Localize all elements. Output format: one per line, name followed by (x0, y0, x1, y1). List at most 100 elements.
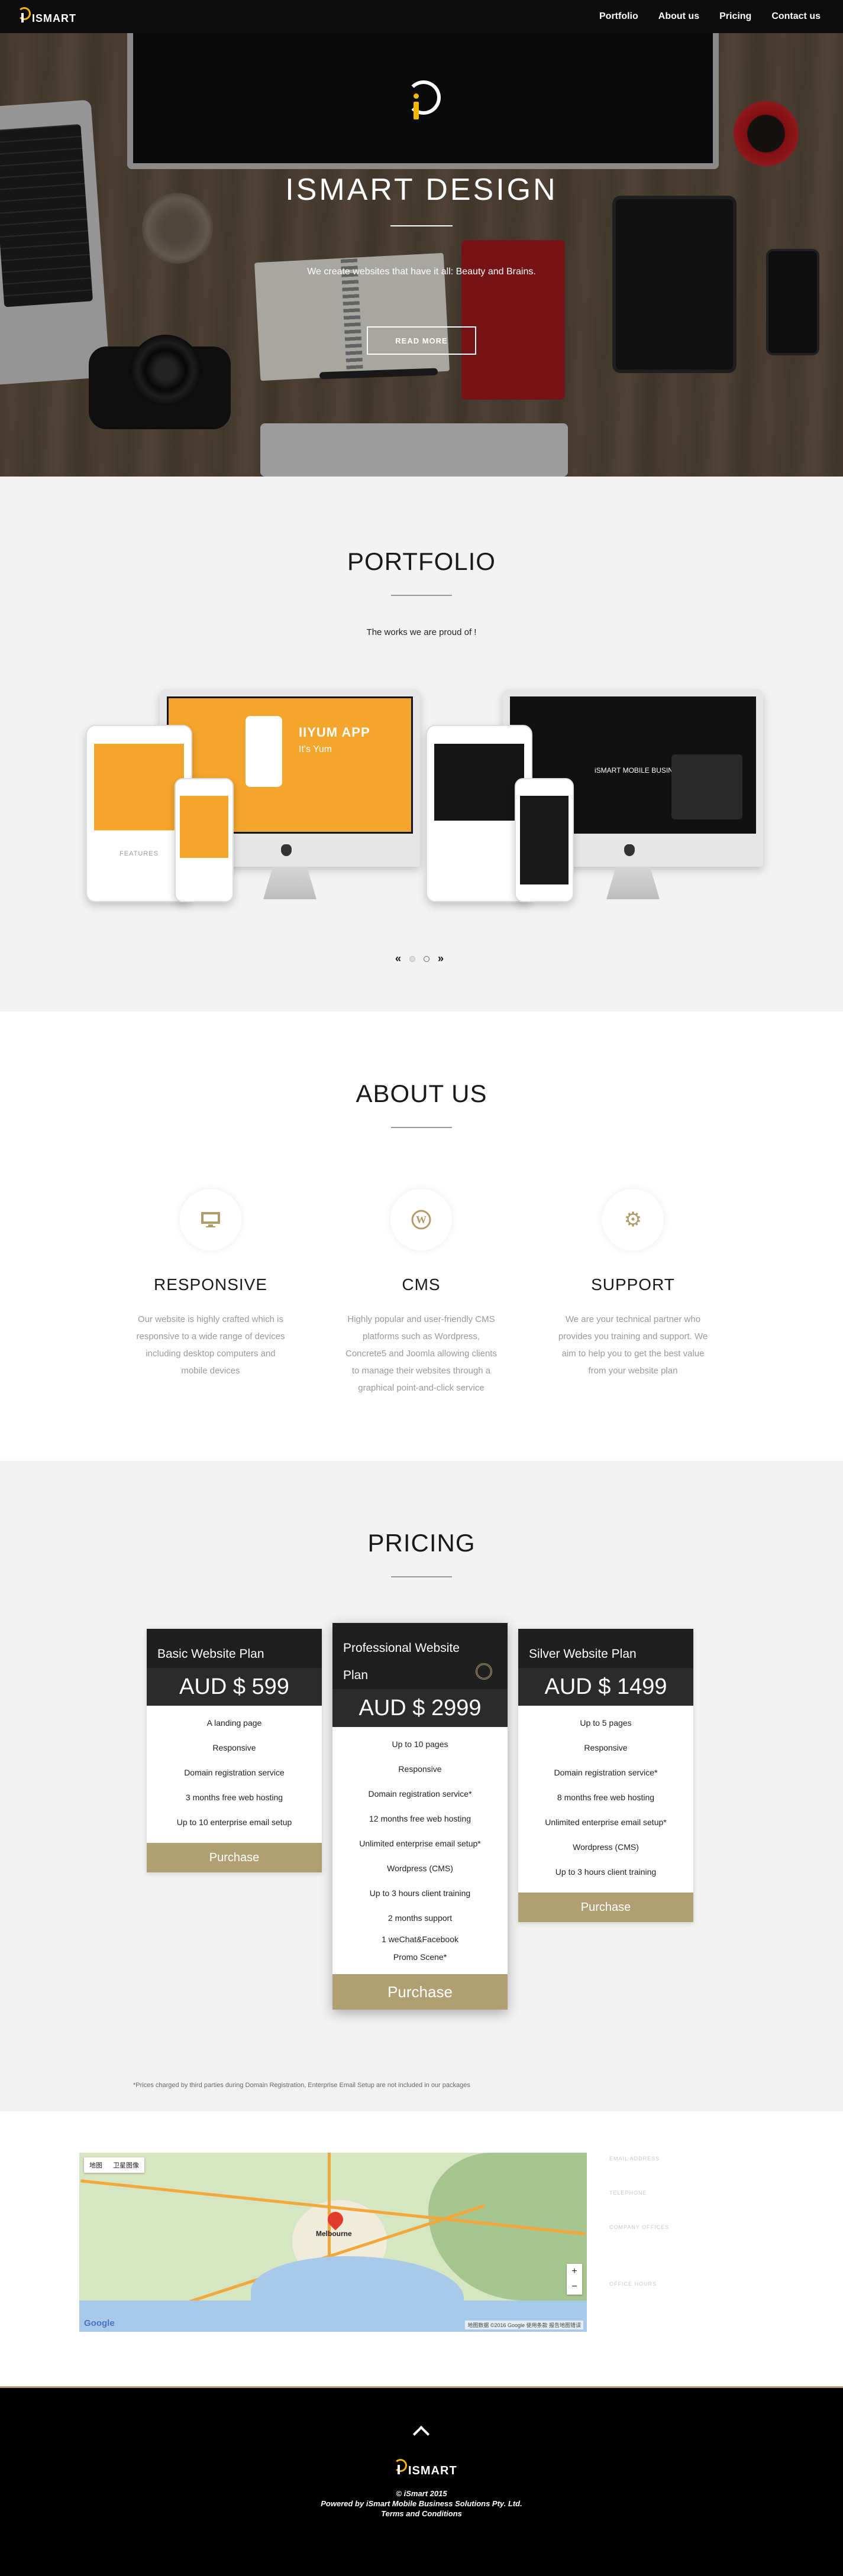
portfolio-app-subtitle: It's Yum (299, 744, 332, 754)
portfolio-features-label: FEATURES (119, 850, 159, 857)
featured-badge-icon (476, 1663, 492, 1680)
gear-icon: ⚙ (602, 1189, 664, 1250)
plan-feature: Up to 3 hours client training (369, 1888, 471, 1898)
plan-name: Basic Website Plan (157, 1647, 264, 1661)
plan-feature: Responsive (584, 1743, 628, 1752)
plan-feature-list: Up to 5 pages Responsive Domain registra… (518, 1706, 693, 1893)
map-type-map[interactable]: 地图 (84, 2157, 108, 2173)
plan-price: AUD $ 1499 (518, 1668, 693, 1706)
iphone-mockup (175, 778, 234, 902)
feature-title: SUPPORT (591, 1275, 675, 1294)
footer-copyright: © iSmart 2015 (396, 2489, 447, 2498)
footer-logo[interactable]: ISMART (393, 2459, 457, 2477)
plan-feature: Wordpress (CMS) (387, 1864, 453, 1873)
plan-name: Silver Website Plan (529, 1647, 637, 1661)
plan-feature: 1 weChat&Facebook Promo Scene* (382, 1935, 458, 1962)
nav-link-about[interactable]: About us (658, 11, 699, 22)
nav-link-contact[interactable]: Contact us (771, 11, 821, 22)
map-attribution: 地图数据 ©2016 Google 使用条款 报告地图错误 (465, 2321, 583, 2329)
purchase-button[interactable]: Purchase (332, 1974, 508, 2010)
iphone-mockup (515, 778, 574, 902)
portfolio-title: PORTFOLIO (347, 547, 496, 575)
contact-label-hours: OFFICE HOURS (609, 2281, 657, 2287)
map-marker-label: Melbourne (316, 2230, 352, 2238)
carousel-next-button[interactable]: » (438, 952, 444, 965)
portfolio-app-title: IIYUM APP (299, 725, 370, 740)
portfolio-subtitle: The works we are proud of ! (366, 627, 477, 637)
plan-feature-list: Up to 10 pages Responsive Domain registr… (332, 1727, 508, 1974)
brand-logo[interactable]: ISMART (17, 7, 76, 24)
terms-link[interactable]: Terms and Conditions (0, 2509, 843, 2519)
feature-support: ⚙ SUPPORT We are your technical partner … (544, 1189, 722, 1379)
monitor-icon (180, 1189, 241, 1250)
carousel-dot-2[interactable] (424, 955, 430, 962)
plan-feature: Up to 3 hours client training (555, 1867, 657, 1877)
feature-text: Our website is highly crafted which is r… (136, 1314, 285, 1376)
hero-section: ISMART DESIGN We create websites that ha… (0, 33, 843, 477)
plan-feature: Unlimited enterprise email setup* (359, 1839, 481, 1848)
hero-subtitle: We create websites that have it all: Bea… (307, 267, 536, 277)
feature-cms: W CMS Highly popular and user-friendly C… (332, 1189, 510, 1396)
plan-feature: 3 months free web hosting (185, 1793, 283, 1802)
plan-feature: Domain registration service* (368, 1789, 472, 1799)
plan-feature: Responsive (398, 1764, 442, 1774)
about-divider (391, 1127, 452, 1128)
map-type-toggle: 地图 卫星图像 (84, 2157, 144, 2173)
feature-text: We are your technical partner who provid… (558, 1314, 708, 1376)
brand-name: ISMART (32, 12, 76, 24)
feature-text: Highly popular and user-friendly CMS pla… (345, 1314, 497, 1393)
portfolio-section: PORTFOLIO The works we are proud of ! II… (0, 477, 843, 1012)
nav-link-portfolio[interactable]: Portfolio (599, 11, 638, 22)
plan-price: AUD $ 2999 (332, 1689, 508, 1727)
plan-feature: 2 months support (387, 1913, 453, 1923)
map-zoom-in-button[interactable]: + (567, 2264, 582, 2279)
plan-feature: Up to 10 pages (392, 1739, 448, 1749)
wordpress-icon: W (390, 1189, 452, 1250)
svg-text:W: W (416, 1214, 427, 1226)
hero-logo-icon (400, 80, 442, 128)
feature-responsive: RESPONSIVE Our website is highly crafted… (122, 1189, 299, 1379)
read-more-button[interactable]: READ MORE (367, 326, 476, 355)
logo-mark-icon (17, 7, 31, 24)
plan-feature: Unlimited enterprise email setup* (545, 1817, 667, 1827)
map-zoom-controls: + − (567, 2264, 582, 2295)
nav-links: Portfolio About us Pricing Contact us (599, 0, 821, 33)
logo-mark-icon (393, 2459, 407, 2477)
carousel-prev-button[interactable]: « (395, 952, 401, 965)
plan-feature: Up to 5 pages (580, 1718, 632, 1728)
footer-text: © iSmart 2015 Powered by iSmart Mobile B… (0, 2488, 843, 2519)
plan-card-basic: Basic Website Plan AUD $ 599 A landing p… (147, 1629, 322, 1872)
top-navbar: ISMART Portfolio About us Pricing Contac… (0, 0, 843, 33)
contact-label-offices: COMPANY OFFICES (609, 2224, 670, 2230)
google-logo: Google (84, 2318, 115, 2328)
hero-title: ISMART DESIGN (285, 173, 558, 207)
scroll-to-top-icon[interactable] (412, 2422, 430, 2440)
plan-card-professional: Professional Website Plan AUD $ 2999 Up … (332, 1623, 508, 2010)
contact-label-email: EMAIL ADDRESS (609, 2156, 660, 2162)
plan-feature: Responsive (212, 1743, 256, 1752)
contact-section: 地图 卫星图像 Melbourne + − Google 地图数据 ©2016 … (0, 2111, 843, 2386)
map-type-satellite[interactable]: 卫星图像 (108, 2157, 144, 2173)
pricing-footnote: *Prices charged by third parties during … (133, 2082, 470, 2089)
plan-feature: Domain registration service (184, 1768, 285, 1777)
plan-card-silver: Silver Website Plan AUD $ 1499 Up to 5 p… (518, 1629, 693, 1922)
pricing-section: PRICING Basic Website Plan AUD $ 599 A l… (0, 1461, 843, 2111)
about-section: ABOUT US RESPONSIVE Our website is highl… (0, 1012, 843, 1461)
purchase-button[interactable]: Purchase (147, 1843, 322, 1872)
carousel-dot-1[interactable] (409, 955, 416, 962)
hero-divider (390, 225, 453, 226)
portfolio-divider (391, 595, 452, 596)
pricing-title: PRICING (367, 1529, 476, 1557)
plan-feature: A landing page (206, 1718, 262, 1728)
google-map[interactable]: 地图 卫星图像 Melbourne + − Google 地图数据 ©2016 … (79, 2153, 587, 2332)
purchase-button[interactable]: Purchase (518, 1893, 693, 1922)
plan-price: AUD $ 599 (147, 1668, 322, 1706)
plan-feature: Up to 10 enterprise email setup (176, 1817, 292, 1827)
contact-label-telephone: TELEPHONE (609, 2190, 647, 2196)
pricing-divider (391, 1576, 452, 1577)
hero-content: ISMART DESIGN We create websites that ha… (0, 33, 843, 477)
map-zoom-out-button[interactable]: − (567, 2279, 582, 2295)
footer: ISMART © iSmart 2015 Powered by iSmart M… (0, 2386, 843, 2576)
feature-title: CMS (402, 1275, 441, 1294)
nav-link-pricing[interactable]: Pricing (719, 11, 751, 22)
